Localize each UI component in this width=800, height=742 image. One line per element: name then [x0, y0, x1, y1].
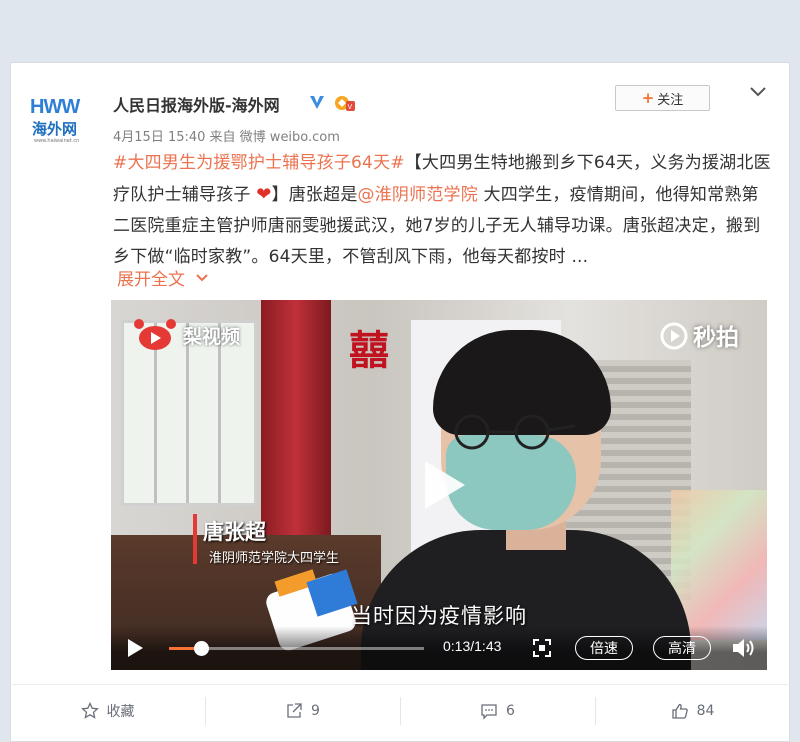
- video-controls: 0:13/1:43 倍速 高清: [111, 626, 767, 670]
- chevron-down-icon[interactable]: [748, 83, 768, 99]
- big-play-icon[interactable]: [411, 455, 471, 515]
- progress-bar[interactable]: [169, 641, 424, 656]
- watermark-text: 秒拍: [693, 325, 739, 351]
- quality-button[interactable]: 高清: [653, 636, 711, 660]
- follow-button[interactable]: + 关注: [615, 85, 710, 111]
- favorite-button[interactable]: 收藏: [10, 685, 205, 737]
- comment-button[interactable]: 6: [400, 685, 595, 737]
- svg-text:V: V: [348, 104, 353, 111]
- progress-knob[interactable]: [194, 641, 210, 656]
- volume-icon[interactable]: [731, 636, 757, 660]
- follow-label: 关注: [657, 92, 684, 108]
- play-icon[interactable]: [125, 637, 145, 659]
- video-player[interactable]: 囍 梨视频 秒拍 唐张超 淮阴师范学院大四学生 当时因为疫情影响 0:13/1:…: [111, 300, 767, 670]
- video-frame-decoration: 囍: [349, 327, 389, 374]
- author-name[interactable]: 人民日报海外版-海外网: [113, 92, 280, 116]
- fan-badge-icon[interactable]: V: [334, 94, 356, 112]
- video-frame-glasses: [454, 414, 576, 450]
- post-text: #大四男生为援鄂护士辅导孩子64天#【大四男生特地搬到乡下64天，义务为援湖北医…: [113, 148, 773, 273]
- caption-subtitle: 淮阴师范学院大四学生: [209, 551, 340, 566]
- comment-count: 6: [506, 703, 515, 719]
- watermark-logo: 秒拍: [659, 318, 739, 352]
- plus-icon: +: [641, 89, 655, 107]
- topic-link[interactable]: #大四男生为援鄂护士辅导孩子64天#: [113, 153, 405, 173]
- avatar-logo-url: www.haiwainet.cn: [34, 138, 80, 144]
- heart-emoji-icon: ❤: [256, 184, 272, 205]
- like-count: 84: [696, 703, 715, 719]
- post-meta: 4月15日 15:40 来自 微博 weibo.com: [113, 130, 340, 145]
- share-icon: [287, 703, 302, 718]
- video-frame-curtain: [261, 300, 331, 570]
- like-button[interactable]: 84: [595, 685, 790, 737]
- caption-name: 唐张超: [203, 519, 266, 544]
- caption-accent-bar: [193, 514, 197, 564]
- chevron-down-icon: [196, 273, 208, 281]
- comment-icon: [481, 704, 497, 720]
- page-background: [0, 0, 800, 62]
- star-icon: [80, 702, 99, 719]
- miaopai-logo-icon: [660, 322, 688, 350]
- avatar-logo-top: HWW: [30, 96, 80, 118]
- repost-count: 9: [311, 703, 320, 719]
- text-part-2: 】唐张超是: [271, 185, 358, 205]
- channel-logo-text: 梨视频: [183, 325, 241, 348]
- author-avatar[interactable]: HWW 海外网 www.haiwainet.cn: [30, 96, 80, 146]
- playback-speed-button[interactable]: 倍速: [575, 636, 633, 660]
- time-display: 0:13/1:43: [443, 638, 502, 654]
- crab-logo-icon: [134, 319, 176, 350]
- fullscreen-icon[interactable]: [532, 638, 552, 658]
- action-bar: 收藏 9 6 84: [10, 684, 790, 737]
- repost-button[interactable]: 9: [205, 685, 400, 737]
- mention-link[interactable]: @淮阴师范学院: [358, 185, 478, 205]
- thumbs-up-icon: [671, 703, 688, 719]
- favorite-label: 收藏: [106, 704, 135, 720]
- expand-full-text-link[interactable]: 展开全文: [117, 265, 209, 290]
- avatar-logo-cn: 海外网: [32, 120, 78, 138]
- expand-label: 展开全文: [117, 270, 185, 290]
- verified-icon: [310, 96, 324, 109]
- video-channel-logo: 梨视频: [133, 316, 240, 354]
